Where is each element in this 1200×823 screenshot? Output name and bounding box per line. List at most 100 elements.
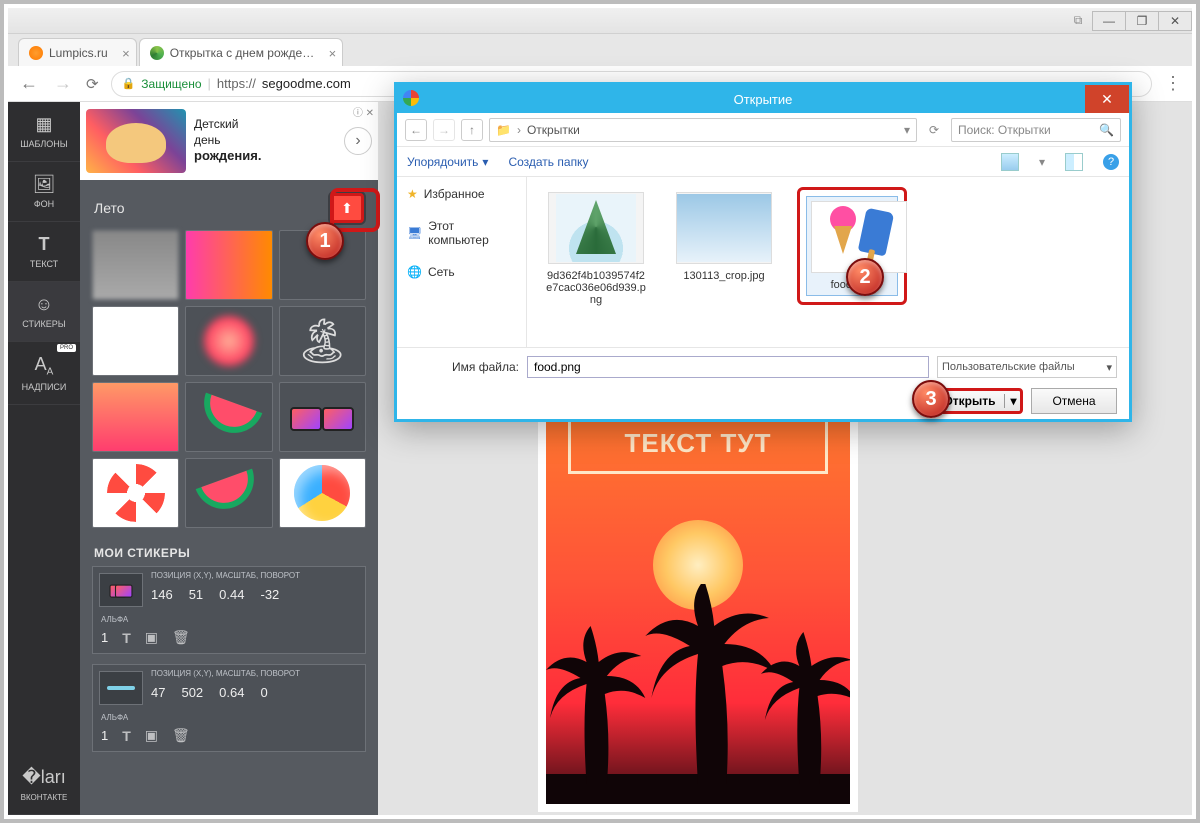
bold-icon[interactable]: T	[122, 630, 131, 646]
forward-button[interactable]: →	[52, 73, 74, 94]
url-prefix: https://	[217, 76, 256, 91]
close-tab-icon[interactable]: ×	[329, 46, 337, 61]
rail-captions[interactable]: PROAAНАДПИСИ	[8, 342, 80, 405]
dialog-footer: Имя файла: Пользовательские файлы▾ Откры…	[397, 347, 1129, 419]
maximize-button[interactable]: ❐	[1125, 11, 1159, 31]
minimize-button[interactable]: —	[1092, 11, 1126, 31]
alpha-label: АЛЬФА	[101, 615, 128, 624]
chevron-down-icon[interactable]: ▾	[1039, 155, 1045, 169]
file-item[interactable]: 9d362f4b1039574f2e7cac036e06d939.png	[541, 187, 651, 311]
stickers-panel: Детский день рождения. › ⓘ ✕ Лето ⬆ 🏝	[80, 102, 378, 815]
view-icon[interactable]	[1001, 153, 1019, 171]
cancel-button[interactable]: Отмена	[1031, 388, 1117, 414]
chevron-down-icon[interactable]: ▾	[904, 123, 910, 137]
my-stickers-title: МОИ СТИКЕРЫ	[94, 546, 190, 560]
alpha-value: 1	[101, 630, 108, 645]
favicon-icon	[29, 46, 43, 60]
layer-icon[interactable]: ▣	[145, 727, 158, 744]
search-placeholder: Поиск: Открытки	[958, 123, 1051, 137]
star-icon: ★	[407, 187, 418, 201]
sticker-thumb[interactable]	[185, 230, 272, 300]
ad-banner[interactable]: Детский день рождения. › ⓘ ✕	[80, 102, 378, 180]
upload-sticker-button[interactable]: ⬆	[330, 193, 364, 223]
sticker-thumb[interactable]	[185, 458, 272, 528]
category-title: Лето	[94, 200, 125, 216]
breadcrumb-folder: Открытки	[527, 123, 580, 137]
dialog-search[interactable]: Поиск: Открытки 🔍	[951, 118, 1121, 142]
new-folder-button[interactable]: Создать папку	[508, 155, 588, 169]
file-item[interactable]: 130113_crop.jpg	[669, 187, 779, 287]
bold-icon[interactable]: T	[122, 728, 131, 744]
rail-vk[interactable]: �larıВКОНТАКТЕ	[8, 755, 80, 815]
nav-this-pc[interactable]: 🖥Этот компьютер	[405, 215, 518, 251]
close-window-button[interactable]: ✕	[1158, 11, 1192, 31]
my-sticker-instance[interactable]: ПОЗИЦИЯ (X,Y), МАСШТАБ, ПОВОРОТ 47 502 0…	[92, 664, 366, 752]
sticker-thumb[interactable]	[92, 306, 179, 376]
callout-3: 3	[912, 380, 950, 418]
rail-text[interactable]: TТЕКСТ	[8, 222, 80, 282]
alpha-value: 1	[101, 728, 108, 743]
dialog-close-button[interactable]: ✕	[1085, 85, 1129, 113]
sticker-thumb[interactable]	[185, 306, 272, 376]
chrome-icon	[403, 90, 419, 106]
favicon-icon	[150, 46, 164, 60]
file-name: 130113_crop.jpg	[674, 270, 774, 282]
close-tab-icon[interactable]: ×	[122, 46, 130, 61]
computer-icon: 🖥	[407, 226, 422, 240]
delete-icon[interactable]: 🗑	[172, 727, 190, 744]
browser-tab-strip: Lumpics.ru × Открытка с днем рожде… ×	[8, 34, 1192, 66]
nav-network[interactable]: 🌐Сеть	[405, 261, 518, 283]
refresh-button[interactable]: ⟳	[923, 123, 945, 137]
dialog-title: Открытие	[734, 92, 793, 107]
folder-icon: 📁	[496, 123, 511, 137]
palms-graphic	[546, 584, 850, 804]
rail-templates[interactable]: ▦ШАБЛОНЫ	[8, 102, 80, 162]
delete-icon[interactable]: 🗑	[172, 629, 190, 646]
preview-pane-icon[interactable]	[1065, 153, 1083, 171]
os-titlebar: ⧉ — ❐ ✕	[8, 8, 1192, 34]
chevron-down-icon[interactable]: ▾	[1004, 394, 1017, 408]
alpha-label: АЛЬФА	[101, 713, 128, 722]
breadcrumb[interactable]: 📁 › Открытки ▾	[489, 118, 917, 142]
rail-stickers[interactable]: ☺СТИКЕРЫ	[8, 282, 80, 342]
ad-info-icon[interactable]: ⓘ ✕	[353, 104, 374, 119]
ad-next-icon[interactable]: ›	[344, 127, 372, 155]
layer-icon[interactable]: ▣	[145, 629, 158, 646]
sticker-thumb[interactable]	[92, 230, 179, 300]
filetype-dropdown[interactable]: Пользовательские файлы▾	[937, 356, 1117, 378]
back-button[interactable]: ←	[18, 73, 40, 94]
sticker-thumb[interactable]	[92, 382, 179, 452]
sticker-thumb[interactable]	[279, 382, 366, 452]
canvas[interactable]: ТЕКСТ ТУТ	[546, 400, 850, 804]
sticker-thumb[interactable]	[185, 382, 272, 452]
callout-1: 1	[306, 222, 344, 260]
dialog-titlebar[interactable]: Открытие ✕	[397, 85, 1129, 113]
dialog-forward-button[interactable]: →	[433, 119, 455, 141]
sticker-thumb[interactable]: 🏝	[279, 306, 366, 376]
tab-title: Lumpics.ru	[49, 46, 108, 60]
instance-prop-labels: ПОЗИЦИЯ (X,Y), МАСШТАБ, ПОВОРОТ	[151, 669, 361, 678]
my-sticker-instance[interactable]: ПОЗИЦИЯ (X,Y), МАСШТАБ, ПОВОРОТ 146 51 0…	[92, 566, 366, 654]
sticker-thumb[interactable]	[279, 458, 366, 528]
background-icon: 🖼	[10, 174, 78, 195]
dialog-up-button[interactable]: ↑	[461, 119, 483, 141]
menu-icon[interactable]: ⋮	[1164, 73, 1182, 94]
dialog-nav-pane: ★Избранное 🖥Этот компьютер 🌐Сеть	[397, 177, 527, 347]
filename-input[interactable]	[527, 356, 929, 378]
help-icon[interactable]: ?	[1103, 154, 1119, 170]
dialog-path-bar: ← → ↑ 📁 › Открытки ▾ ⟳ Поиск: Открытки 🔍	[397, 113, 1129, 147]
network-icon: 🌐	[407, 265, 422, 279]
text-icon: T	[10, 234, 78, 255]
sticker-thumb[interactable]	[92, 458, 179, 528]
chevron-down-icon: ▾	[1106, 361, 1112, 374]
organize-button[interactable]: Упорядочить ▾	[407, 155, 488, 169]
dialog-back-button[interactable]: ←	[405, 119, 427, 141]
lock-icon: 🔒	[122, 77, 136, 90]
browser-tab[interactable]: Lumpics.ru ×	[18, 38, 137, 66]
browser-tab[interactable]: Открытка с днем рожде… ×	[139, 38, 344, 66]
reload-button[interactable]: ⟳	[86, 75, 99, 93]
tool-rail: ▦ШАБЛОНЫ 🖼ФОН TТЕКСТ ☺СТИКЕРЫ PROAAНАДПИ…	[8, 102, 80, 815]
instance-thumb	[99, 573, 143, 607]
rail-background[interactable]: 🖼ФОН	[8, 162, 80, 222]
nav-favorites[interactable]: ★Избранное	[405, 183, 518, 205]
